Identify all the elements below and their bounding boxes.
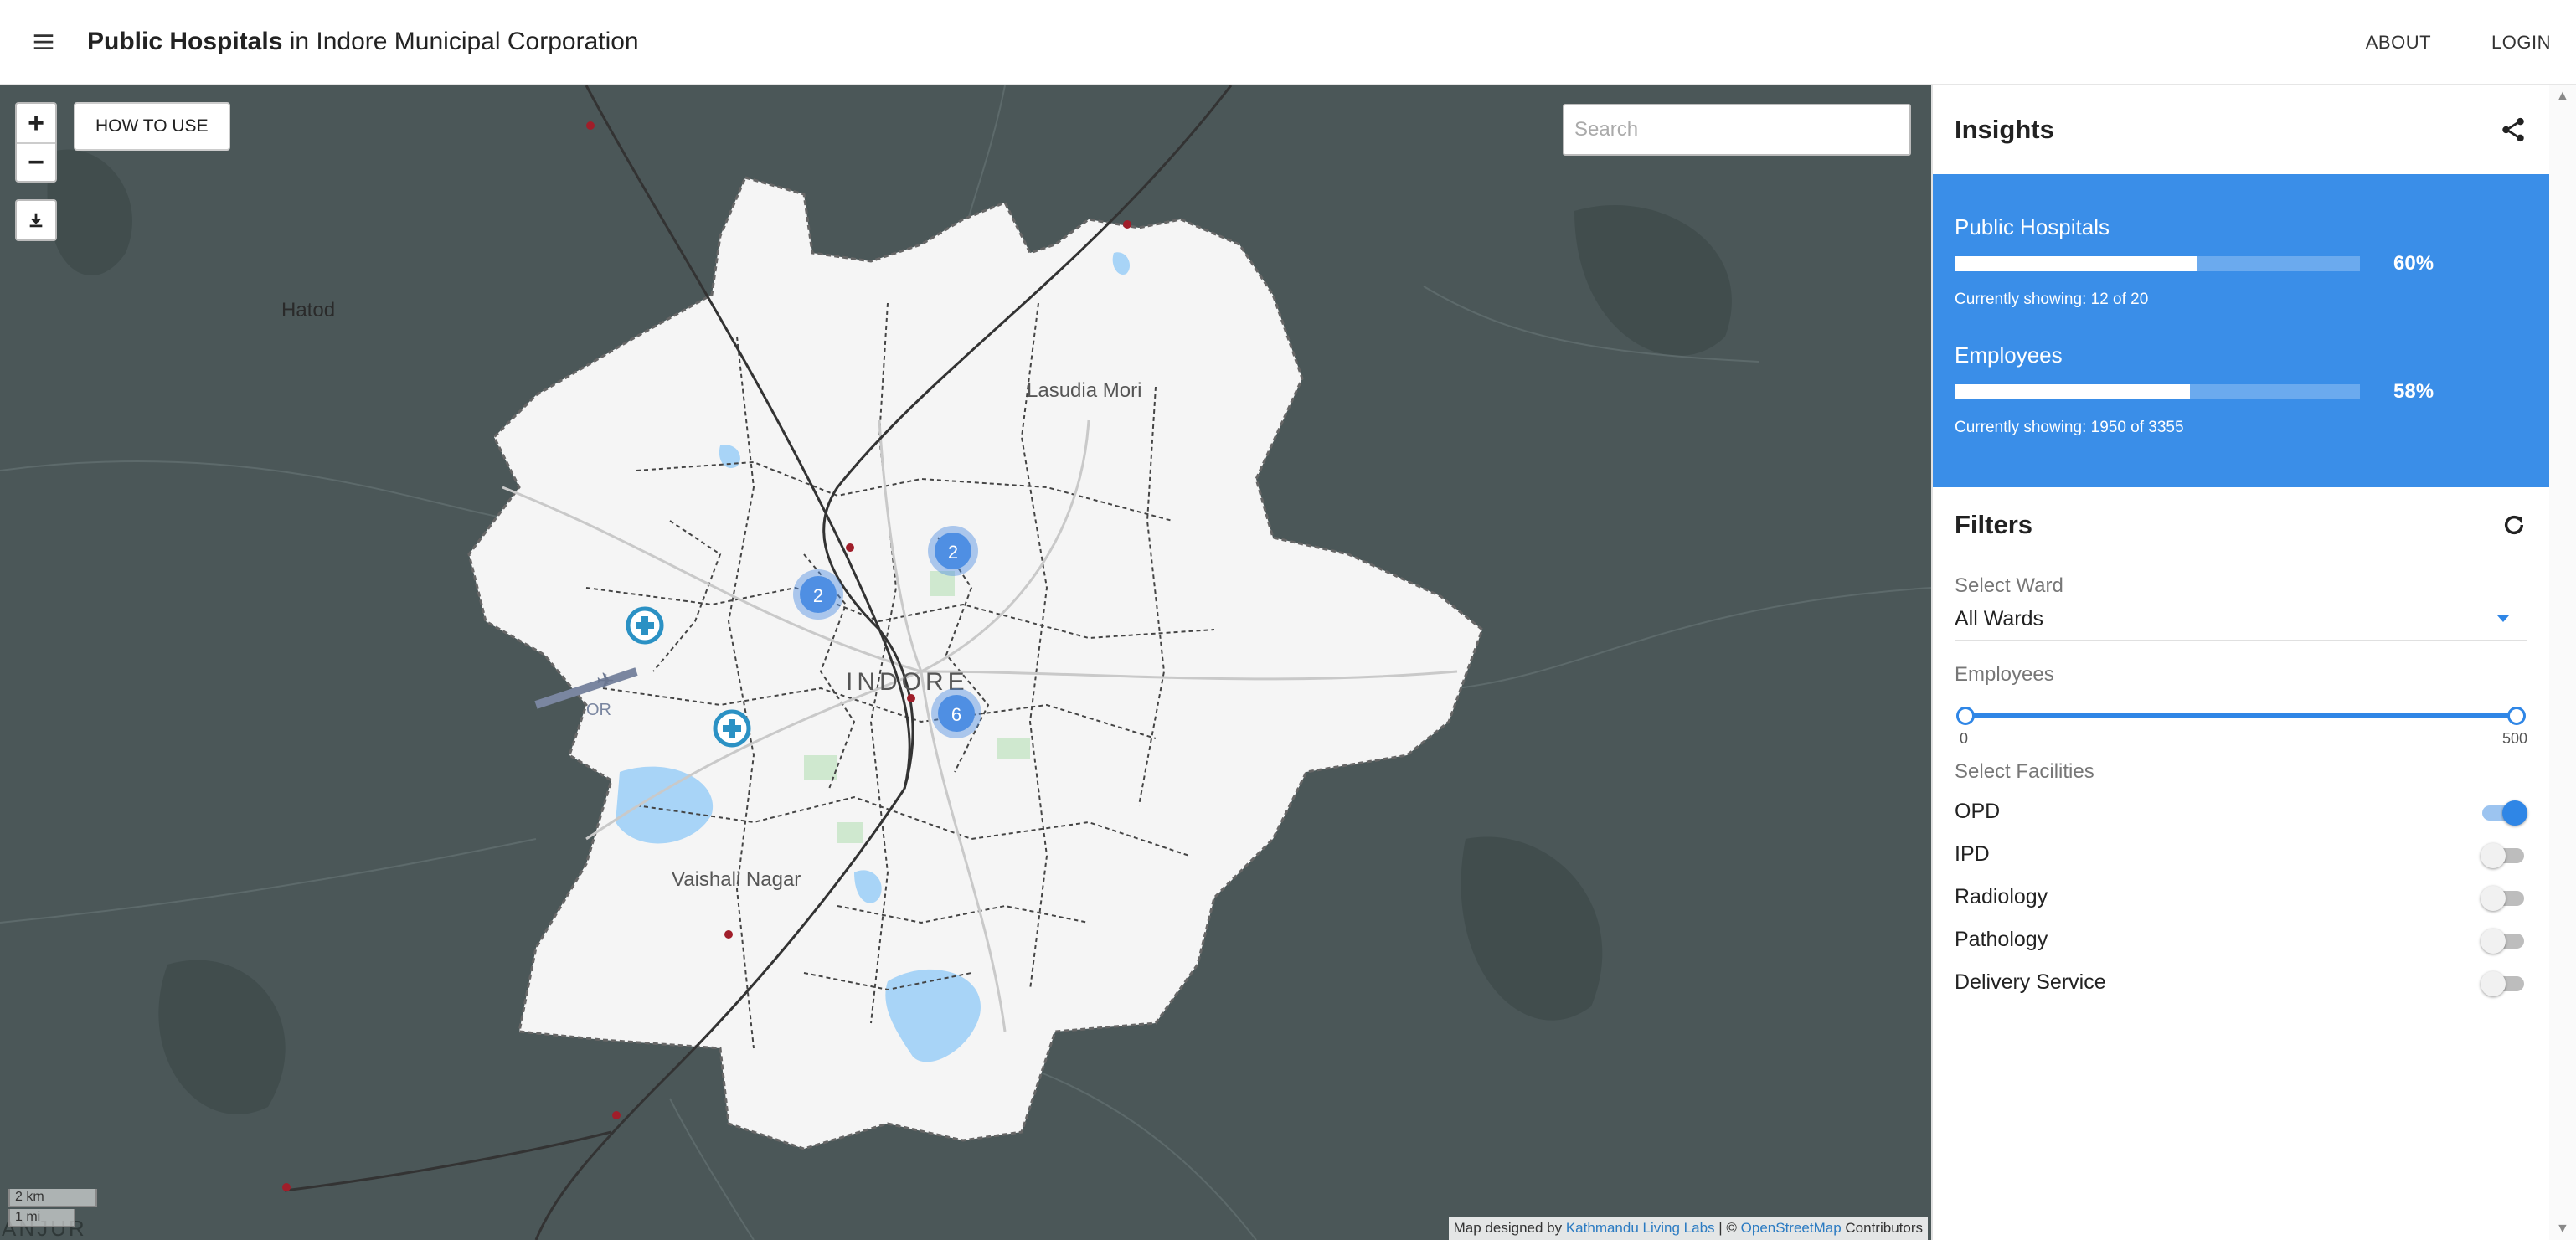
download-button[interactable] [15, 199, 57, 241]
progress-bar [1955, 256, 2360, 271]
insights-panel: Public Hospitals 60% Currently showing: … [1933, 174, 2549, 487]
metric-subtext: Currently showing: 1950 of 3355 [1955, 419, 2184, 436]
airport-icon: ✈ [596, 669, 615, 694]
place-label-vaishali-nagar: Vaishali Nagar [672, 868, 801, 891]
attribution-suffix: Contributors [1841, 1220, 1923, 1236]
kll-link[interactable]: Kathmandu Living Labs [1566, 1220, 1715, 1236]
facility-row: Delivery Service [1955, 961, 2527, 1004]
hospital-marker-icon[interactable] [626, 606, 664, 645]
facility-label: OPD [1955, 800, 2001, 823]
facility-toggle[interactable] [2481, 797, 2527, 827]
facility-toggle[interactable] [2481, 925, 2527, 955]
cluster-count: 2 [813, 585, 823, 606]
filters-section: Filters Select Ward All Wards Employees … [1933, 487, 2549, 1004]
zoom-control: + − [15, 102, 57, 183]
page-title: Public Hospitals in Indore Municipal Cor… [87, 28, 639, 56]
range-min-value: 0 [1960, 730, 1969, 747]
select-facilities-label: Select Facilities [1955, 760, 2094, 783]
title-rest: in Indore Municipal Corporation [282, 28, 639, 55]
sidebar: Insights Public Hospitals 60% Currently … [1931, 85, 2549, 1240]
progress-fill [1955, 384, 2190, 399]
refresh-icon[interactable] [2501, 512, 2527, 538]
facility-label: Delivery Service [1955, 970, 2106, 994]
place-label-hatod: Hatod [281, 299, 335, 322]
facility-toggle[interactable] [2481, 882, 2527, 913]
about-link[interactable]: ABOUT [2366, 32, 2431, 54]
insights-header: Insights [1933, 85, 2549, 174]
facility-label: IPD [1955, 842, 1990, 866]
place-label-airport: OR [586, 701, 611, 719]
cluster-count: 6 [951, 704, 961, 725]
app-bar: Public Hospitals in Indore Municipal Cor… [0, 0, 2576, 85]
metric-percent: 58% [2393, 380, 2434, 403]
scroll-up-icon[interactable]: ▲ [2556, 89, 2569, 104]
metric-percent: 60% [2393, 252, 2434, 275]
range-min-handle[interactable] [1956, 707, 1975, 725]
employees-range-slider[interactable]: 0 500 [1955, 697, 2527, 747]
scale-bar-km: 2 km [8, 1189, 97, 1207]
map-view[interactable]: ✈ Hatod Lasudia Mori INDORE Vaishali Nag… [0, 85, 1931, 1240]
map-attribution: Map designed by Kathmandu Living Labs | … [1448, 1217, 1928, 1240]
metric-hospitals: Public Hospitals 60% Currently showing: … [1955, 214, 2527, 309]
scroll-down-icon[interactable]: ▼ [2556, 1222, 2569, 1237]
share-icon[interactable] [2499, 116, 2527, 144]
filters-header: Filters [1955, 487, 2527, 563]
filters-title: Filters [1955, 510, 2033, 539]
search-input[interactable] [1563, 104, 1911, 156]
hospital-cluster[interactable]: 2 [928, 526, 978, 576]
employees-range-label: Employees [1955, 663, 2054, 686]
title-bold: Public Hospitals [87, 28, 283, 55]
sidebar-scrollbar[interactable]: ▲ ▼ [2549, 85, 2576, 1240]
progress-bar [1955, 384, 2360, 399]
login-link[interactable]: LOGIN [2491, 32, 2551, 54]
select-ward-label: Select Ward [1955, 574, 2063, 597]
hamburger-icon [33, 34, 54, 49]
facility-label: Pathology [1955, 928, 2048, 951]
facility-row: Pathology [1955, 918, 2527, 961]
facility-label: Radiology [1955, 885, 2048, 908]
facility-row: IPD [1955, 833, 2527, 876]
place-label-lasudia-mori: Lasudia Mori [1027, 379, 1141, 402]
metric-label: Public Hospitals [1955, 214, 2110, 239]
top-nav: ABOUT LOGIN [2306, 0, 2551, 85]
how-to-use-button[interactable]: HOW TO USE [74, 102, 230, 151]
ward-select[interactable]: All Wards [1955, 598, 2527, 641]
facility-row: OPD [1955, 790, 2527, 833]
ward-select-value: All Wards [1955, 606, 2044, 630]
metric-label: Employees [1955, 342, 2063, 368]
hospital-marker-icon[interactable] [713, 709, 751, 748]
download-icon [29, 213, 43, 228]
metric-employees: Employees 58% Currently showing: 1950 of… [1955, 342, 2527, 437]
range-track [1965, 713, 2517, 718]
progress-fill [1955, 256, 2198, 271]
scale-bar-mi: 1 mi [8, 1209, 75, 1227]
hospital-cluster[interactable]: 6 [931, 688, 981, 738]
map-canvas[interactable]: ✈ Hatod Lasudia Mori INDORE Vaishali Nag… [0, 85, 1931, 1240]
attribution-mid: | © [1714, 1220, 1741, 1236]
facility-toggle[interactable] [2481, 968, 2527, 998]
menu-button[interactable] [0, 0, 87, 85]
facility-row: Radiology [1955, 876, 2527, 918]
zoom-in-button[interactable]: + [17, 104, 55, 142]
metric-subtext: Currently showing: 12 of 20 [1955, 291, 2149, 308]
facility-toggle[interactable] [2481, 840, 2527, 870]
insights-title: Insights [1955, 115, 2054, 144]
hospital-cluster[interactable]: 2 [793, 569, 843, 620]
cluster-count: 2 [948, 542, 958, 563]
attribution-prefix: Map designed by [1453, 1220, 1566, 1236]
range-max-value: 500 [2501, 730, 2527, 747]
range-max-handle[interactable] [2507, 707, 2526, 725]
facility-list: OPD IPD Radiology Pathology Delivery Ser… [1955, 790, 2527, 1004]
osm-link[interactable]: OpenStreetMap [1741, 1220, 1842, 1236]
zoom-out-button[interactable]: − [17, 142, 55, 181]
dropdown-arrow-icon [2497, 615, 2509, 622]
